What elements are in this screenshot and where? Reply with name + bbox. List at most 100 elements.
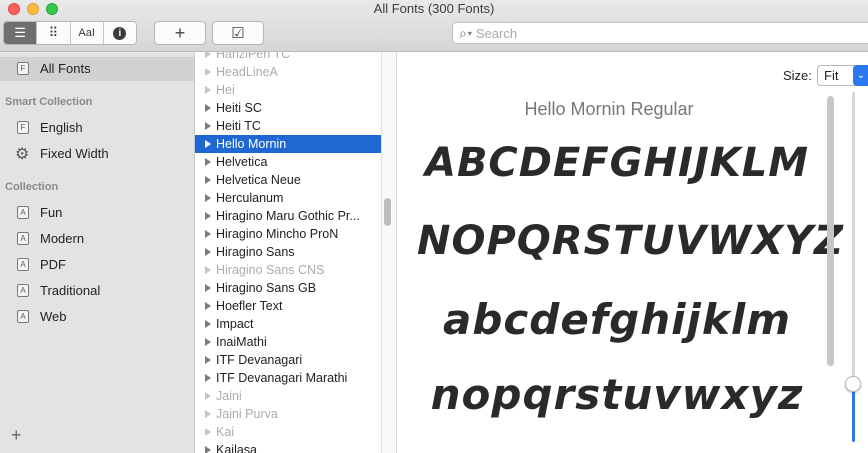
font-list-row[interactable]: Heiti SC: [195, 99, 381, 117]
font-family-name: Jaini Purva: [216, 407, 278, 421]
font-collection-icon: A: [17, 284, 29, 297]
disclosure-triangle-icon[interactable]: [205, 122, 211, 130]
sample-line-lowercase-2: nopqrstuvwxyz: [430, 370, 804, 419]
font-list-row[interactable]: InaiMathi: [195, 333, 381, 351]
sidebar-item-label: Traditional: [40, 283, 101, 298]
font-family-name: Hei: [216, 83, 235, 97]
font-list-scroll-area: [381, 52, 396, 453]
font-list-row[interactable]: Hiragino Sans GB: [195, 279, 381, 297]
font-list-row[interactable]: Hei: [195, 81, 381, 99]
disclosure-triangle-icon[interactable]: [205, 68, 211, 76]
font-family-name: Helvetica: [216, 155, 268, 169]
font-family-name: Hiragino Sans: [216, 245, 295, 259]
font-list-row[interactable]: Helvetica: [195, 153, 381, 171]
preview-scrollbar[interactable]: [827, 96, 834, 366]
sidebar-item-label: English: [40, 120, 83, 135]
font-list: HanziPen TC HeadLineA Hei Heiti SC Heiti TC H…: [195, 52, 381, 453]
font-family-name: ITF Devanagari: [216, 353, 303, 367]
font-preview-pane: Size: Fit ⌄ Hello Mornin Regular ABCDEFG…: [396, 52, 868, 453]
sample-view-button[interactable]: AaI: [71, 22, 104, 44]
disclosure-triangle-icon[interactable]: [205, 248, 211, 256]
font-family-name: ITF Devanagari Marathi: [216, 371, 348, 385]
checkbox-icon: ☑: [231, 25, 245, 42]
disclosure-triangle-icon[interactable]: [205, 446, 211, 453]
disclosure-triangle-icon[interactable]: [205, 284, 211, 292]
font-family-name: HanziPen TC: [216, 52, 291, 61]
font-list-row[interactable]: Jaini Purva: [195, 405, 381, 423]
sidebar-item-traditional[interactable]: A Traditional: [0, 279, 194, 303]
disclosure-triangle-icon[interactable]: [205, 338, 211, 346]
grid-view-button[interactable]: ⠿: [37, 22, 71, 44]
disclosure-triangle-icon[interactable]: [205, 212, 211, 220]
size-slider-knob[interactable]: [845, 376, 861, 392]
disclosure-triangle-icon[interactable]: [205, 194, 211, 202]
font-list-row[interactable]: Kailasa: [195, 441, 381, 453]
sidebar-item-label: All Fonts: [40, 61, 91, 76]
sample-line-uppercase-1: ABCDEFGHIJKLM: [424, 140, 809, 186]
sidebar-item-fun[interactable]: A Fun: [0, 201, 194, 225]
list-view-button[interactable]: ☰: [4, 22, 38, 44]
collection-header: Collection: [5, 181, 59, 193]
font-collection-icon: A: [17, 232, 29, 245]
sample-line-uppercase-2: NOPQRSTUVWXYZ: [417, 218, 845, 264]
window-title: All Fonts (300 Fonts): [373, 1, 495, 16]
sidebar-item-web[interactable]: A Web: [0, 305, 194, 329]
font-family-name: Hiragino Sans CNS: [216, 263, 325, 277]
preview-font-title: Hello Mornin Regular: [524, 99, 694, 119]
font-list-row[interactable]: Herculanum: [195, 189, 381, 207]
disclosure-triangle-icon[interactable]: [205, 374, 211, 382]
validate-font-button[interactable]: ☑: [212, 21, 264, 45]
info-view-button[interactable]: i: [104, 22, 136, 44]
font-list-row[interactable]: Hiragino Sans CNS: [195, 261, 381, 279]
font-list-row[interactable]: HanziPen TC: [195, 52, 381, 63]
disclosure-triangle-icon[interactable]: [205, 140, 211, 148]
disclosure-triangle-icon[interactable]: [205, 266, 211, 274]
sidebar-item-english[interactable]: F English: [0, 116, 194, 140]
disclosure-triangle-icon[interactable]: [205, 176, 211, 184]
disclosure-triangle-icon[interactable]: [205, 392, 211, 400]
font-list-row[interactable]: Helvetica Neue: [195, 171, 381, 189]
sidebar-item-modern[interactable]: A Modern: [0, 227, 194, 251]
font-family-name: HeadLineA: [216, 65, 278, 79]
add-font-button[interactable]: +: [154, 21, 206, 45]
font-list-row[interactable]: Hiragino Mincho ProN: [195, 225, 381, 243]
search-input[interactable]: [475, 25, 836, 41]
size-slider-track[interactable]: [852, 92, 855, 388]
sidebar-item-fixed-width[interactable]: ⚙ Fixed Width: [0, 142, 194, 166]
disclosure-triangle-icon[interactable]: [205, 158, 211, 166]
font-family-name: Herculanum: [216, 191, 284, 205]
font-list-row[interactable]: Hello Mornin: [195, 135, 381, 153]
font-list-row[interactable]: Hoefler Text: [195, 297, 381, 315]
font-list-row[interactable]: ITF Devanagari Marathi: [195, 369, 381, 387]
font-list-scrollbar[interactable]: [384, 198, 391, 226]
font-collection-icon: F: [17, 62, 29, 75]
disclosure-triangle-icon[interactable]: [205, 410, 211, 418]
font-list-row[interactable]: Hiragino Maru Gothic Pr...: [195, 207, 381, 225]
font-list-row[interactable]: Jaini: [195, 387, 381, 405]
font-list-row[interactable]: Kai: [195, 423, 381, 441]
disclosure-triangle-icon[interactable]: [205, 104, 211, 112]
search-field[interactable]: ⌕ ▾: [452, 22, 868, 44]
font-list-row[interactable]: HeadLineA: [195, 63, 381, 81]
disclosure-triangle-icon[interactable]: [205, 428, 211, 436]
font-family-name: Helvetica Neue: [216, 173, 301, 187]
font-list-row[interactable]: ITF Devanagari: [195, 351, 381, 369]
size-select-value: Fit: [824, 68, 839, 83]
font-family-name: Hello Mornin: [216, 137, 287, 151]
sidebar-item-pdf[interactable]: A PDF: [0, 253, 194, 277]
disclosure-triangle-icon[interactable]: [205, 356, 211, 364]
font-list-row[interactable]: Impact: [195, 315, 381, 333]
font-family-name: Heiti SC: [216, 101, 262, 115]
disclosure-triangle-icon[interactable]: [205, 86, 211, 94]
disclosure-triangle-icon[interactable]: [205, 52, 211, 58]
font-list-row[interactable]: Heiti TC: [195, 117, 381, 135]
disclosure-triangle-icon[interactable]: [205, 230, 211, 238]
add-collection-button[interactable]: +: [11, 426, 22, 444]
smart-collection-header: Smart Collection: [5, 96, 93, 108]
disclosure-triangle-icon[interactable]: [205, 320, 211, 328]
font-family-name: Heiti TC: [216, 119, 261, 133]
font-list-row[interactable]: Hiragino Sans: [195, 243, 381, 261]
sidebar-item-all-fonts[interactable]: F All Fonts: [0, 57, 194, 81]
size-select[interactable]: Fit ⌄: [817, 65, 868, 86]
disclosure-triangle-icon[interactable]: [205, 302, 211, 310]
